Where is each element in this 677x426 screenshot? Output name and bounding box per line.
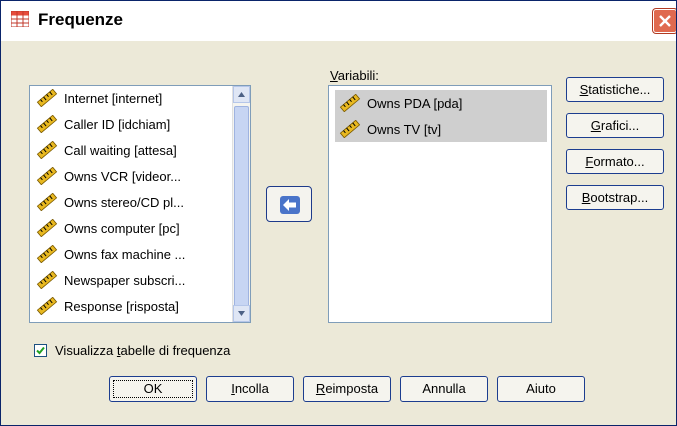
- scale-ruler-icon: [36, 115, 58, 133]
- list-item-label: Owns VCR [videor...: [64, 168, 182, 184]
- display-frequency-tables-option[interactable]: Visualizza tabelle di frequenza: [34, 343, 230, 358]
- scroll-down-button[interactable]: [233, 305, 250, 322]
- formato-button[interactable]: Formato...: [566, 149, 664, 174]
- aiuto-button[interactable]: Aiuto: [497, 376, 585, 402]
- scale-ruler-icon: [339, 120, 361, 138]
- list-item[interactable]: Owns PDA [pda]: [335, 90, 547, 116]
- close-icon: [659, 15, 671, 27]
- move-variable-button[interactable]: [266, 186, 312, 222]
- list-item[interactable]: Owns VCR [videor...: [36, 165, 181, 187]
- dialog-title: Frequenze: [38, 10, 124, 29]
- statistiche-button[interactable]: Statistiche...: [566, 77, 664, 102]
- scale-ruler-icon: [36, 245, 58, 263]
- list-item-label: Owns PDA [pda]: [367, 95, 463, 111]
- reimposta-button[interactable]: Reimposta: [303, 376, 391, 402]
- arrow-up-icon: [238, 92, 245, 97]
- list-item[interactable]: Newspaper subscri...: [36, 269, 185, 291]
- list-item[interactable]: Owns fax machine ...: [36, 243, 185, 265]
- list-item-label: Call waiting [attesa]: [64, 142, 177, 158]
- grafici-button[interactable]: Grafici...: [566, 113, 664, 138]
- list-item[interactable]: Internet [internet]: [36, 87, 162, 109]
- incolla-button[interactable]: Incolla: [206, 376, 294, 402]
- focus-rectangle: [113, 380, 193, 398]
- title-bar[interactable]: Frequenze: [1, 1, 676, 40]
- close-button[interactable]: [653, 9, 676, 33]
- bootstrap-button[interactable]: Bootstrap...: [566, 185, 664, 210]
- list-item-label: Newspaper subscri...: [64, 272, 186, 288]
- list-item[interactable]: Call waiting [attesa]: [36, 139, 177, 161]
- variables-list[interactable]: Owns PDA [pda] Owns TV [tv]: [328, 85, 552, 323]
- list-item-label: Owns stereo/CD pl...: [64, 194, 184, 210]
- list-item-label: Owns computer [pc]: [64, 220, 180, 236]
- spreadsheet-grid-icon: [11, 11, 29, 27]
- list-item[interactable]: Owns computer [pc]: [36, 217, 180, 239]
- scale-ruler-icon: [36, 219, 58, 237]
- scrollbar-thumb[interactable]: [234, 106, 249, 311]
- scroll-up-button[interactable]: [233, 86, 250, 103]
- list-item-label: Caller ID [idchiam]: [64, 116, 171, 132]
- variables-label: Variabili:: [330, 68, 379, 83]
- arrow-left-icon: [280, 196, 300, 214]
- list-item[interactable]: Caller ID [idchiam]: [36, 113, 170, 135]
- list-item-label: Response [risposta]: [64, 298, 179, 314]
- list-item-label: Owns TV [tv]: [367, 121, 442, 137]
- list-item[interactable]: Response [risposta]: [36, 295, 179, 317]
- checkmark-icon: [36, 346, 45, 355]
- scale-ruler-icon: [36, 297, 58, 315]
- annulla-button[interactable]: Annulla: [400, 376, 488, 402]
- scale-ruler-icon: [36, 89, 58, 107]
- list-item-label: Owns fax machine ...: [64, 246, 186, 262]
- frequenze-dialog: Frequenze Internet [internet] Caller ID …: [0, 0, 677, 426]
- arrow-down-icon: [238, 311, 245, 316]
- scale-ruler-icon: [36, 271, 58, 289]
- vertical-scrollbar[interactable]: [232, 86, 250, 322]
- list-item-label: Internet [internet]: [64, 90, 163, 106]
- scale-ruler-icon: [36, 141, 58, 159]
- ok-button[interactable]: OK: [109, 376, 197, 402]
- source-variable-list[interactable]: Internet [internet] Caller ID [idchiam] …: [29, 85, 251, 323]
- checkbox-label: Visualizza tabelle di frequenza: [55, 343, 231, 358]
- scale-ruler-icon: [36, 167, 58, 185]
- display-frequency-tables-checkbox[interactable]: [34, 344, 47, 357]
- scale-ruler-icon: [36, 193, 58, 211]
- list-item[interactable]: Owns TV [tv]: [335, 116, 547, 142]
- scale-ruler-icon: [339, 94, 361, 112]
- list-item[interactable]: Owns stereo/CD pl...: [36, 191, 184, 213]
